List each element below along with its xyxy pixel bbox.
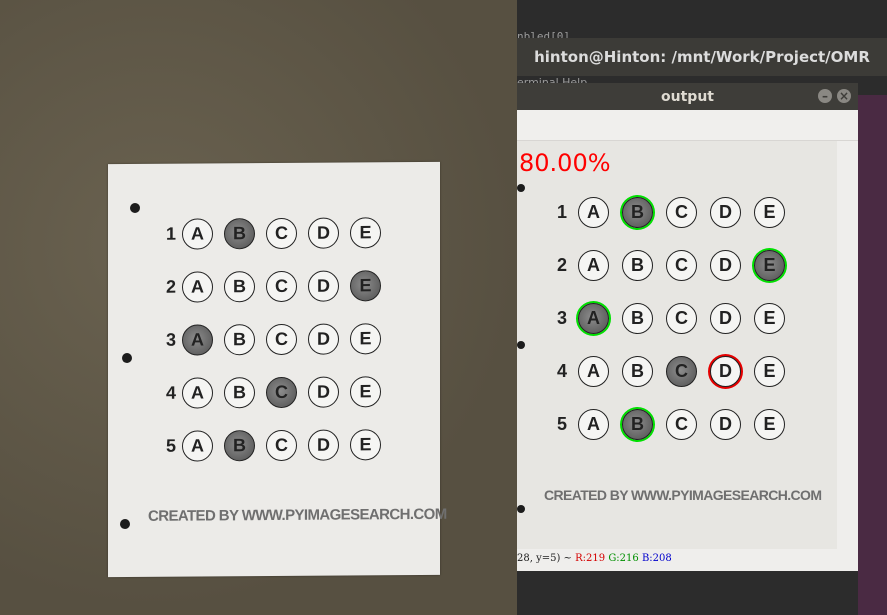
question-row: 3ABCDE — [166, 323, 392, 356]
answer-sheet-graded: 1ABCDE2ABCDE3ABCDE4ABCDE5ABCDE CREATED B… — [517, 141, 837, 549]
status-g: G:216 — [608, 553, 639, 564]
answer-bubble: D — [308, 217, 339, 249]
answer-bubble: A — [182, 324, 213, 356]
desktop-background — [858, 95, 887, 615]
answer-bubble: D — [308, 376, 339, 408]
answer-sheet-original: 1ABCDE2ABCDE3ABCDE4ABCDE5ABCDE CREATED B… — [108, 161, 447, 578]
question-number: 1 — [557, 202, 568, 222]
punch-hole — [122, 352, 132, 364]
minimize-icon[interactable]: – — [818, 89, 832, 103]
answer-bubble: C — [666, 197, 697, 228]
answer-bubble: C — [666, 250, 697, 281]
output-image: 1ABCDE2ABCDE3ABCDE4ABCDE5ABCDE CREATED B… — [517, 141, 837, 549]
answer-bubble: A — [578, 409, 609, 440]
credit-text: CREATED BY WWW.PYIMAGESEARCH.COM — [544, 487, 822, 503]
answer-bubble: B — [224, 377, 255, 409]
answer-bubble: E — [754, 197, 785, 228]
question-row: 4ABCDE — [557, 356, 798, 387]
punch-hole — [130, 202, 140, 214]
answer-bubble: C — [666, 409, 697, 440]
answer-bubble: E — [350, 429, 381, 461]
answer-bubble: D — [710, 356, 741, 387]
answer-bubble: B — [224, 271, 255, 303]
answer-bubble: D — [710, 197, 741, 228]
answer-bubble: C — [266, 323, 297, 356]
punch-hole — [120, 519, 130, 530]
close-icon[interactable]: × — [837, 89, 851, 103]
question-number: 4 — [557, 361, 568, 381]
question-row: 5ABCDE — [166, 429, 392, 462]
answer-bubble: C — [666, 303, 697, 334]
answer-bubble: E — [754, 409, 785, 440]
answer-bubble: A — [182, 218, 213, 250]
answer-bubble: E — [754, 356, 785, 387]
answer-bubble: B — [622, 197, 653, 228]
answer-bubble: E — [350, 217, 381, 249]
answer-bubble: B — [622, 303, 653, 334]
answer-bubble: B — [622, 356, 653, 387]
answer-bubble: A — [578, 356, 609, 387]
question-row: 2ABCDE — [557, 250, 798, 281]
question-number: 2 — [557, 255, 568, 275]
question-number: 1 — [166, 223, 177, 244]
answer-bubble: D — [710, 303, 741, 334]
answer-bubble: A — [578, 303, 609, 334]
answer-bubble: E — [754, 303, 785, 334]
output-title: output — [661, 88, 714, 105]
answer-bubble: B — [622, 409, 653, 440]
answer-bubble: C — [266, 376, 297, 409]
score-label: 80.00% — [519, 149, 611, 177]
punch-hole — [517, 505, 525, 513]
terminal-title-bar[interactable]: hinton@Hinton: /mnt/Work/Project/OMR — [517, 38, 887, 76]
answer-bubble: E — [350, 376, 381, 408]
answer-bubble: C — [666, 356, 697, 387]
punch-hole — [517, 341, 525, 349]
output-window: output – × 1ABCDE2ABCDE3ABCDE4ABCDE5ABCD… — [517, 83, 858, 571]
answer-bubble: D — [308, 323, 339, 355]
question-row: 5ABCDE — [557, 409, 798, 440]
answer-bubble: C — [266, 429, 297, 462]
answer-bubble: B — [224, 218, 255, 250]
status-r: R:219 — [575, 553, 606, 564]
status-coords: 28, y=5) ~ — [517, 553, 576, 564]
answer-bubble: D — [710, 250, 741, 281]
answer-bubble: B — [224, 324, 255, 356]
question-number: 4 — [166, 382, 177, 403]
answer-bubble: A — [182, 377, 213, 409]
question-number: 3 — [166, 329, 177, 350]
answer-bubble: C — [266, 217, 297, 250]
question-number: 2 — [166, 276, 177, 297]
punch-hole — [517, 184, 525, 192]
answer-bubble: E — [350, 270, 381, 302]
status-b: B:208 — [641, 553, 672, 564]
answer-bubble: B — [224, 430, 255, 462]
question-row: 2ABCDE — [166, 270, 392, 303]
output-toolbar — [517, 110, 858, 141]
answer-bubble: A — [182, 430, 213, 462]
answer-bubble: A — [578, 250, 609, 281]
answer-bubble: A — [578, 197, 609, 228]
question-number: 5 — [166, 435, 177, 456]
output-title-bar[interactable]: output – × — [517, 83, 858, 110]
question-row: 1ABCDE — [557, 197, 798, 228]
answer-bubble: E — [350, 323, 381, 355]
credit-text: CREATED BY WWW.PYIMAGESEARCH.COM — [148, 505, 447, 525]
source-photo: 1ABCDE2ABCDE3ABCDE4ABCDE5ABCDE CREATED B… — [0, 0, 517, 615]
answer-bubble: A — [182, 271, 213, 303]
terminal-title: hinton@Hinton: /mnt/Work/Project/OMR — [534, 48, 870, 66]
answer-bubble: D — [308, 270, 339, 302]
question-row: 1ABCDE — [166, 217, 392, 250]
answer-bubble: D — [308, 429, 339, 461]
answer-bubble: C — [266, 270, 297, 303]
answer-bubble: B — [622, 250, 653, 281]
answer-bubble: D — [710, 409, 741, 440]
status-bar: 28, y=5) ~ R:219 G:216 B:208 — [517, 553, 858, 571]
question-number: 3 — [557, 308, 568, 328]
question-number: 5 — [557, 414, 568, 434]
answer-bubble: E — [754, 250, 785, 281]
question-row: 4ABCDE — [166, 376, 392, 409]
question-row: 3ABCDE — [557, 303, 798, 334]
